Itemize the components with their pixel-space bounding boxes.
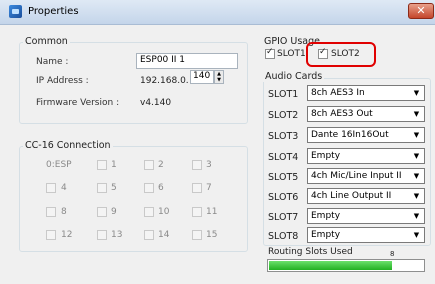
cc16-label-7: 7: [206, 183, 212, 193]
chevron-down-icon: ▼: [413, 131, 420, 139]
cc16-checkbox-14[interactable]: [144, 230, 154, 240]
cc16-checkbox-8[interactable]: [46, 207, 56, 217]
slot3-dropdown[interactable]: Dante 16In16Out ▼: [307, 127, 425, 143]
slot7-label: SLOT7: [268, 212, 299, 223]
cc16-checkbox-6[interactable]: [144, 183, 154, 193]
slot8-label: SLOT8: [268, 231, 299, 242]
cc16-checkbox-1[interactable]: [97, 160, 107, 170]
cc16-label-12: 12: [61, 230, 73, 240]
cc16-checkbox-15[interactable]: [192, 230, 202, 240]
routing-slots-label: Routing Slots Used: [268, 247, 353, 257]
chevron-down-icon: ▼: [413, 89, 420, 97]
ip-prefix: 192.168.0.: [140, 76, 189, 86]
slot5-dropdown[interactable]: 4ch Mic/Line Input II ▼: [307, 168, 425, 184]
cc16-item-0: 0:ESP: [46, 160, 72, 170]
firmware-label: Firmware Version :: [36, 98, 120, 108]
cc16-label-9: 9: [111, 207, 117, 217]
title-bar: Properties ✕: [0, 0, 435, 25]
chevron-down-icon: ▼: [413, 231, 420, 239]
slot1-value: 8ch AES3 In: [311, 88, 365, 98]
slot5-label: SLOT5: [268, 172, 299, 183]
slot6-value: 4ch Line Output II: [311, 191, 392, 201]
slot1-label: SLOT1: [268, 89, 299, 100]
cc16-label-15: 15: [206, 230, 218, 240]
cc16-label-11: 11: [206, 207, 218, 217]
cc16-label-5: 5: [111, 183, 117, 193]
routing-progress-bar: [267, 259, 425, 272]
window-title: Properties: [28, 6, 79, 17]
slot8-dropdown[interactable]: Empty ▼: [307, 227, 425, 243]
slot8-value: Empty: [311, 230, 341, 240]
slot2-label: SLOT2: [268, 110, 299, 121]
chevron-down-icon: ▼: [413, 110, 420, 118]
slot7-value: Empty: [311, 211, 341, 221]
slot1-dropdown[interactable]: 8ch AES3 In ▼: [307, 85, 425, 101]
slot2-value: 8ch AES3 Out: [311, 109, 373, 119]
cc16-checkbox-13[interactable]: [97, 230, 107, 240]
slot7-dropdown[interactable]: Empty ▼: [307, 208, 425, 224]
slot3-value: Dante 16In16Out: [311, 130, 389, 140]
cc16-label-10: 10: [158, 207, 170, 217]
slot6-label: SLOT6: [268, 192, 299, 203]
slot6-dropdown[interactable]: 4ch Line Output II ▼: [307, 188, 425, 204]
chevron-down-icon: ▼: [413, 192, 420, 200]
cc16-label-13: 13: [111, 230, 123, 240]
ip-address-label: IP Address :: [36, 76, 89, 86]
cc16-checkbox-2[interactable]: [144, 160, 154, 170]
routing-slots-count: 8: [390, 250, 395, 258]
audio-cards-title: Audio Cards: [263, 71, 325, 82]
gpio-slot1-checkbox[interactable]: [265, 47, 275, 59]
cc16-group-title: CC-16 Connection: [23, 140, 113, 151]
cc16-checkbox-9[interactable]: [97, 207, 107, 217]
cc16-label-8: 8: [61, 207, 67, 217]
cc16-checkbox-3[interactable]: [192, 160, 202, 170]
close-button[interactable]: ✕: [408, 3, 434, 19]
cc16-checkbox-7[interactable]: [192, 183, 202, 193]
slot3-label: SLOT3: [268, 131, 299, 142]
slot2-dropdown[interactable]: 8ch AES3 Out ▼: [307, 106, 425, 122]
cc16-checkbox-5[interactable]: [97, 183, 107, 193]
slot4-dropdown[interactable]: Empty ▼: [307, 148, 425, 164]
chevron-down-icon: ▼: [413, 212, 420, 220]
chevron-down-icon: ▼: [413, 152, 420, 160]
firmware-value: v4.140: [140, 98, 172, 108]
ip-spin-button[interactable]: ▲ ▼: [214, 70, 224, 84]
common-group-title: Common: [23, 36, 70, 47]
cc16-checkbox-11[interactable]: [192, 207, 202, 217]
slot4-value: Empty: [311, 151, 341, 161]
gpio-slot2-label: SLOT2: [331, 49, 360, 59]
chevron-down-icon: ▼: [413, 172, 420, 180]
cc16-checkbox-4[interactable]: [46, 183, 56, 193]
routing-progress-fill: [269, 261, 392, 270]
gpio-slot1-label: SLOT1: [277, 49, 306, 59]
cc16-label-6: 6: [158, 183, 164, 193]
spin-down-icon: ▼: [217, 77, 221, 83]
cc16-label-14: 14: [158, 230, 170, 240]
name-label: Name :: [36, 57, 69, 67]
cc16-checkbox-10[interactable]: [144, 207, 154, 217]
gpio-slot2-checkbox[interactable]: [318, 47, 328, 59]
cc16-checkbox-12[interactable]: [46, 230, 56, 240]
cc16-label-1: 1: [111, 160, 117, 170]
cc16-label-3: 3: [206, 160, 212, 170]
cc16-label-2: 2: [158, 160, 164, 170]
app-icon: [9, 5, 22, 18]
name-field[interactable]: ESP00 II 1: [136, 53, 238, 69]
slot5-value: 4ch Mic/Line Input II: [311, 171, 402, 181]
cc16-label-4: 4: [61, 183, 67, 193]
ip-last-octet-field[interactable]: 140: [190, 70, 214, 84]
slot4-label: SLOT4: [268, 152, 299, 163]
